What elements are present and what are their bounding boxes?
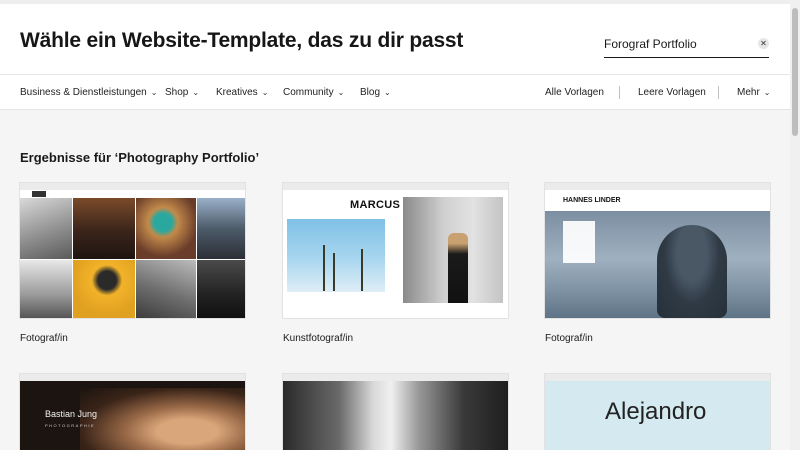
template-card-label[interactable]: Fotograf/in (20, 333, 68, 344)
preview-palm (361, 249, 363, 291)
preview-site-name: Alejandro (605, 398, 707, 425)
preview-photo (136, 260, 196, 318)
preview-browser-bar (283, 183, 508, 190)
nav-more[interactable]: Mehr ⌄ (737, 87, 771, 98)
preview-photo (73, 198, 135, 259)
results-heading: Ergebnisse für ‘Photography Portfolio’ (20, 150, 260, 165)
preview-browser-bar (20, 183, 245, 190)
preview-palm (333, 253, 335, 291)
nav-business[interactable]: Business & Dienstleistungen ⌄ (20, 87, 157, 98)
nav-more-label: Mehr (737, 87, 760, 98)
template-card-label[interactable]: Kunstfotograf/in (283, 333, 353, 344)
preview-photo (283, 381, 508, 450)
template-preview[interactable]: Bastian Jung PHOTOGRAPHIE (20, 374, 245, 450)
chevron-down-icon: ⌄ (763, 88, 771, 97)
chevron-down-icon: ⌄ (192, 88, 200, 97)
nav-all-templates[interactable]: Alle Vorlagen (545, 87, 604, 98)
preview-photo (197, 260, 245, 318)
search-input[interactable] (604, 35, 744, 53)
nav-kreatives[interactable]: Kreatives ⌄ (216, 87, 268, 98)
clear-search-icon[interactable]: ✕ (758, 38, 769, 49)
template-card-label[interactable]: Fotograf/in (545, 333, 593, 344)
nav-shop-label: Shop (165, 87, 189, 98)
preview-browser-bar (283, 374, 508, 381)
preview-photo (73, 260, 135, 318)
nav-business-label: Business & Dienstleistungen (20, 87, 147, 98)
category-nav: Business & Dienstleistungen ⌄ Shop ⌄ Kreat… (0, 75, 790, 110)
template-preview[interactable] (283, 374, 508, 450)
preview-photo (80, 388, 245, 450)
preview-browser-bar (545, 374, 770, 381)
nav-community-label: Community (283, 87, 334, 98)
page-title: Wähle ein Website-Template, das zu dir p… (20, 29, 464, 52)
preview-site-name: Bastian Jung (45, 409, 98, 419)
nav-divider (619, 86, 620, 99)
template-preview[interactable] (20, 183, 245, 318)
preview-figure (448, 233, 468, 303)
nav-kreatives-label: Kreatives (216, 87, 258, 98)
nav-community[interactable]: Community ⌄ (283, 87, 344, 98)
page-scrollbar[interactable] (790, 0, 800, 450)
nav-blog[interactable]: Blog ⌄ (360, 87, 391, 98)
chevron-down-icon: ⌄ (150, 88, 158, 97)
preview-menu (563, 221, 595, 263)
nav-shop[interactable]: Shop ⌄ (165, 87, 199, 98)
nav-divider (718, 86, 719, 99)
preview-site-name: HANNES LINDER (563, 197, 621, 204)
preview-palm (323, 245, 325, 291)
template-preview[interactable]: Alejandro (545, 374, 770, 450)
chevron-down-icon: ⌄ (337, 88, 345, 97)
preview-photo (197, 198, 245, 259)
template-preview[interactable]: MARCUS BERG (283, 183, 508, 318)
preview-logo (32, 191, 46, 197)
search-field[interactable]: ✕ (604, 32, 769, 58)
chevron-down-icon: ⌄ (384, 88, 391, 97)
nav-blank-templates[interactable]: Leere Vorlagen (638, 87, 706, 98)
scrollbar-thumb[interactable] (792, 8, 798, 136)
preview-photo (20, 260, 72, 318)
preview-browser-bar (545, 183, 770, 190)
preview-site-subtitle: PHOTOGRAPHIE (45, 423, 96, 428)
page-header: Wähle ein Website-Template, das zu dir p… (0, 0, 790, 75)
preview-photo (136, 198, 196, 259)
nav-blog-label: Blog (360, 87, 381, 98)
preview-figure (657, 225, 727, 318)
preview-photo (287, 219, 385, 292)
preview-photo (20, 198, 72, 259)
preview-browser-bar (20, 374, 245, 381)
template-preview[interactable]: HANNES LINDER (545, 183, 770, 318)
chevron-down-icon: ⌄ (261, 88, 269, 97)
